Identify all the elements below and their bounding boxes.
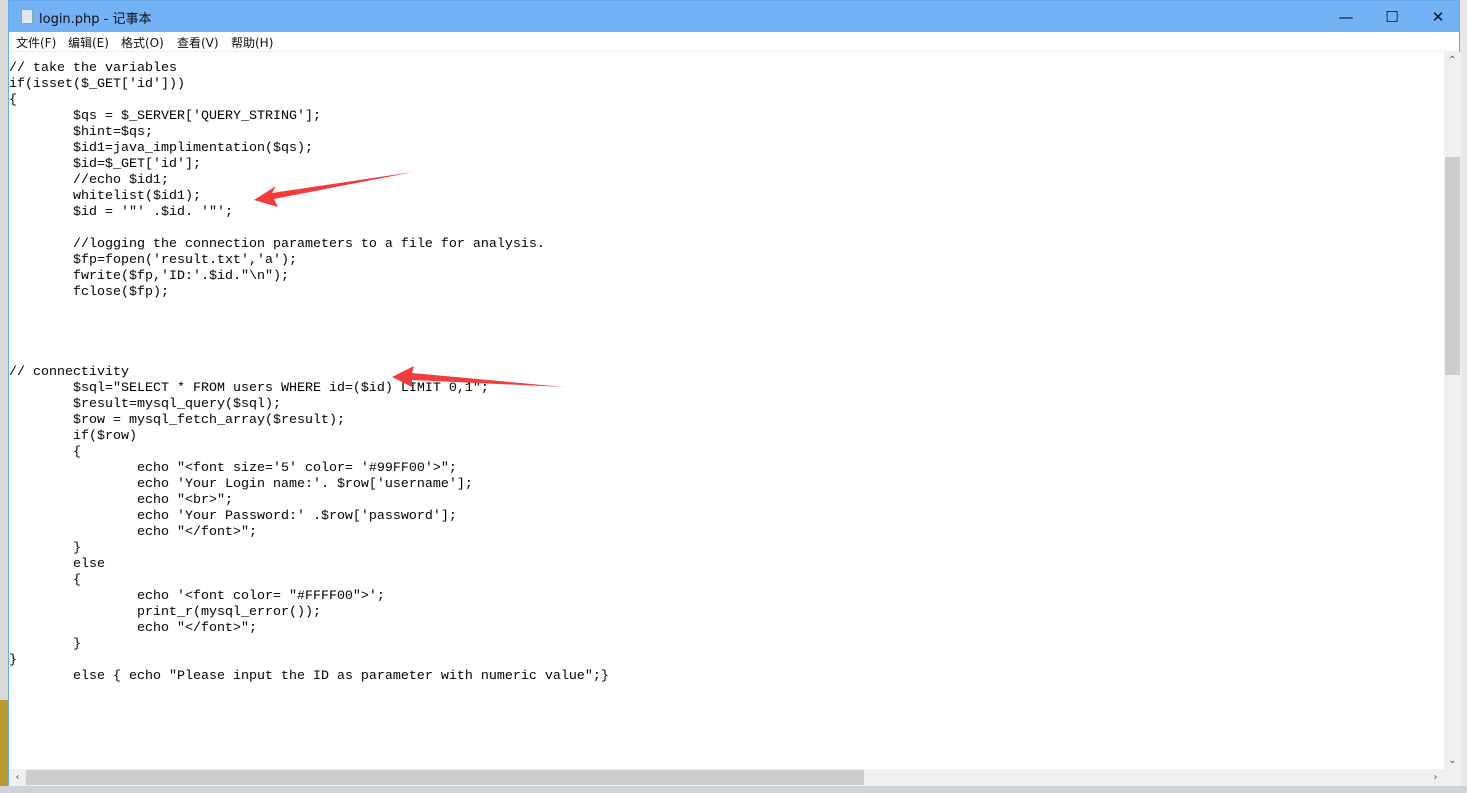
code-line: } xyxy=(9,653,17,668)
code-line: // connectivity xyxy=(9,365,129,380)
code-line: $id1=java_implimentation($qs); xyxy=(9,141,313,156)
code-line: else xyxy=(9,557,105,572)
code-line: echo "<br>"; xyxy=(9,493,233,508)
menu-edit[interactable]: 编辑(E) xyxy=(68,34,109,51)
code-line: echo '<font color= "#FFFF00">'; xyxy=(9,589,385,604)
code-line: { xyxy=(9,445,81,460)
code-line: { xyxy=(9,93,17,108)
code-line: $row = mysql_fetch_array($result); xyxy=(9,413,345,428)
notepad-window: login.php - 记事本 — ☐ ✕ 文件(F) 编辑(E) 格式(O) … xyxy=(8,0,1461,786)
close-button[interactable]: ✕ xyxy=(1415,1,1461,32)
code-line: //logging the connection parameters to a… xyxy=(9,237,545,252)
code-line: $sql="SELECT * FROM users WHERE id=($id)… xyxy=(9,381,489,396)
horizontal-scroll-thumb[interactable] xyxy=(26,770,864,785)
text-editor[interactable]: // take the variables if(isset($_GET['id'… xyxy=(9,53,1444,769)
menu-format[interactable]: 格式(O) xyxy=(121,34,164,51)
code-line: //echo $id1; xyxy=(9,173,169,188)
code-line: $result=mysql_query($sql); xyxy=(9,397,281,412)
code-line: $id=$_GET['id']; xyxy=(9,157,201,172)
desktop-background xyxy=(0,0,8,793)
code-line: { xyxy=(9,573,81,588)
code-line: // take the variables xyxy=(9,61,177,76)
vertical-scroll-thumb[interactable] xyxy=(1445,157,1460,375)
code-line: $fp=fopen('result.txt','a'); xyxy=(9,253,297,268)
code-line: $id = '"' .$id. '"'; xyxy=(9,205,233,220)
resize-grip[interactable] xyxy=(1444,769,1461,786)
taskbar-edge xyxy=(0,786,1467,793)
code-line: print_r(mysql_error()); xyxy=(9,605,321,620)
code-line: $hint=$qs; xyxy=(9,125,153,140)
code-line: whitelist($id1); xyxy=(9,189,201,204)
title-bar[interactable]: login.php - 记事本 — ☐ ✕ xyxy=(9,1,1459,32)
notepad-icon xyxy=(21,9,33,24)
code-line: echo "</font>"; xyxy=(9,621,257,636)
menu-view[interactable]: 查看(V) xyxy=(177,34,219,51)
maximize-button[interactable]: ☐ xyxy=(1369,1,1415,32)
scroll-down-button[interactable]: ⌄ xyxy=(1444,752,1461,769)
code-line: echo 'Your Login name:'. $row['username'… xyxy=(9,477,473,492)
code-line: else { echo "Please input the ID as para… xyxy=(9,669,609,684)
menu-help[interactable]: 帮助(H) xyxy=(231,34,273,51)
minimize-button[interactable]: — xyxy=(1323,1,1369,32)
code-line: if(isset($_GET['id'])) xyxy=(9,77,185,92)
menu-file[interactable]: 文件(F) xyxy=(16,34,56,51)
code-line: fwrite($fp,'ID:'.$id."\n"); xyxy=(9,269,289,284)
scroll-left-button[interactable]: ‹ xyxy=(9,769,26,786)
scroll-up-button[interactable]: ⌃ xyxy=(1444,52,1461,69)
code-line: echo 'Your Password:' .$row['password']; xyxy=(9,509,457,524)
code-line: echo "<font size='5' color= '#99FF00'>"; xyxy=(9,461,457,476)
window-title: login.php - 记事本 xyxy=(39,12,152,27)
vertical-scrollbar[interactable]: ⌃ ⌄ xyxy=(1444,52,1461,769)
scroll-right-button[interactable]: › xyxy=(1427,769,1444,786)
horizontal-scrollbar[interactable]: ‹ › xyxy=(9,769,1444,786)
code-line: $qs = $_SERVER['QUERY_STRING']; xyxy=(9,109,321,124)
menu-bar: 文件(F) 编辑(E) 格式(O) 查看(V) 帮助(H) xyxy=(9,32,1459,52)
code-line: if($row) xyxy=(9,429,137,444)
code-line: } xyxy=(9,637,81,652)
code-line: } xyxy=(9,541,81,556)
code-line: fclose($fp); xyxy=(9,285,169,300)
code-line: echo "</font>"; xyxy=(9,525,257,540)
